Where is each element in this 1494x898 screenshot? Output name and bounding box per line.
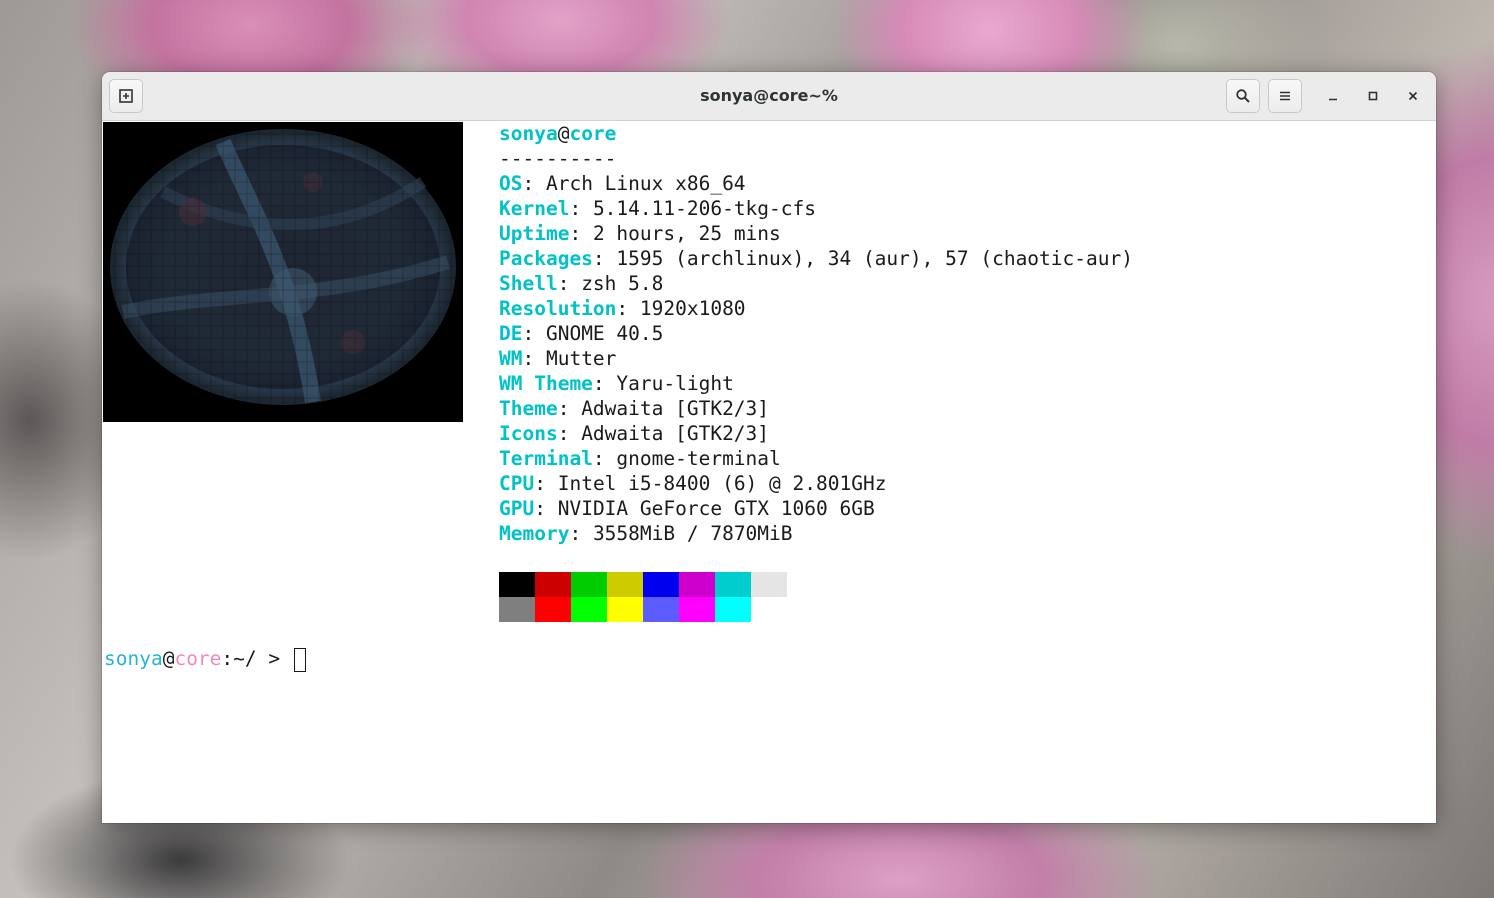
prompt-at: @ [162,647,175,670]
close-button[interactable] [1400,83,1426,109]
color-swatch [571,572,607,597]
distro-logo-image [103,122,463,422]
new-tab-button[interactable] [109,79,143,113]
info-row-shell: Shell: zsh 5.8 [499,272,664,295]
terminal-area[interactable]: sonya@core ---------- OS: Arch Linux x86… [102,121,1436,823]
info-row-terminal: Terminal: gnome-terminal [499,447,781,470]
color-swatch [751,572,787,597]
info-value: NVIDIA GeForce GTX 1060 6GB [557,497,875,520]
info-row-memory: Memory: 3558MiB / 7870MiB [499,522,793,545]
info-row-kernel: Kernel: 5.14.11-206-tkg-cfs [499,197,816,220]
palette-row-bright [499,597,787,622]
info-row-packages: Packages: 1595 (archlinux), 34 (aur), 57… [499,247,1133,270]
minimize-button[interactable] [1320,83,1346,109]
color-swatch [751,597,787,622]
menu-button[interactable] [1268,79,1302,113]
info-key: Terminal [499,447,593,470]
terminal-window: sonya@core~% sonya@core ---------- OS: A… [102,72,1436,823]
color-swatch [607,572,643,597]
info-key: OS [499,172,523,195]
color-palette [499,572,787,622]
color-swatch [643,597,679,622]
info-key: Memory [499,522,570,545]
info-value: Mutter [545,347,617,370]
palette-row-normal [499,572,787,597]
color-swatch [571,597,607,622]
prompt-path: :~/ > [221,647,292,670]
color-swatch [607,597,643,622]
color-swatch [679,597,715,622]
info-key: Icons [499,422,558,445]
info-row-uptime: Uptime: 2 hours, 25 mins [499,222,781,245]
info-user: sonya [499,122,558,145]
header-bar: sonya@core~% [102,72,1436,121]
color-swatch [679,572,715,597]
info-row-resolution: Resolution: 1920x1080 [499,297,746,320]
info-key: Theme [499,397,558,420]
info-key: Uptime [499,222,570,245]
info-value: 2 hours, 25 mins [592,222,781,245]
maximize-icon [1367,87,1379,106]
info-at: @ [557,122,570,145]
user-host-header: sonya@core [499,121,1133,146]
info-row-wm: WM: Mutter [499,347,617,370]
info-key: CPU [499,472,535,495]
info-value: Adwaita [GTK2/3] [581,397,770,420]
minimize-icon [1327,87,1339,106]
search-button[interactable] [1226,79,1260,113]
text-cursor [293,647,306,672]
info-value: zsh 5.8 [581,272,664,295]
system-info: sonya@core ---------- OS: Arch Linux x86… [499,121,1133,546]
info-value: Intel i5-8400 (6) @ 2.801GHz [557,472,887,495]
info-key: Shell [499,272,558,295]
info-value: Arch Linux x86_64 [545,172,746,195]
info-value: GNOME 40.5 [545,322,664,345]
info-key: WM Theme [499,372,593,395]
info-row-wm-theme: WM Theme: Yaru-light [499,372,734,395]
info-value: Yaru-light [616,372,734,395]
info-row-cpu: CPU: Intel i5-8400 (6) @ 2.801GHz [499,472,887,495]
info-key: GPU [499,497,535,520]
prompt-user: sonya [104,647,163,670]
color-swatch [535,597,571,622]
color-swatch [715,597,751,622]
prompt-host: core [174,647,222,670]
info-key: Resolution [499,297,617,320]
color-swatch [535,572,571,597]
info-row-os: OS: Arch Linux x86_64 [499,172,746,195]
info-separator: ---------- [499,147,617,170]
info-key: Kernel [499,197,570,220]
search-icon [1235,88,1251,104]
shell-prompt[interactable]: sonya@core:~/ > [104,646,306,672]
info-value: Adwaita [GTK2/3] [581,422,770,445]
info-value: gnome-terminal [616,447,781,470]
info-key: Packages [499,247,593,270]
info-key: WM [499,347,523,370]
close-icon [1407,87,1419,106]
info-value: 1920x1080 [639,297,746,320]
info-host: core [569,122,617,145]
maximize-button[interactable] [1360,83,1386,109]
new-tab-icon [118,88,134,104]
info-row-gpu: GPU: NVIDIA GeForce GTX 1060 6GB [499,497,875,520]
info-key: DE [499,322,523,345]
color-swatch [499,597,535,622]
color-swatch [715,572,751,597]
info-row-de: DE: GNOME 40.5 [499,322,664,345]
info-row-icons: Icons: Adwaita [GTK2/3] [499,422,770,445]
hamburger-menu-icon [1277,88,1293,104]
info-value: 3558MiB / 7870MiB [592,522,793,545]
color-swatch [499,572,535,597]
info-row-theme: Theme: Adwaita [GTK2/3] [499,397,770,420]
info-value: 1595 (archlinux), 34 (aur), 57 (chaotic-… [616,247,1133,270]
info-value: 5.14.11-206-tkg-cfs [592,197,816,220]
color-swatch [643,572,679,597]
